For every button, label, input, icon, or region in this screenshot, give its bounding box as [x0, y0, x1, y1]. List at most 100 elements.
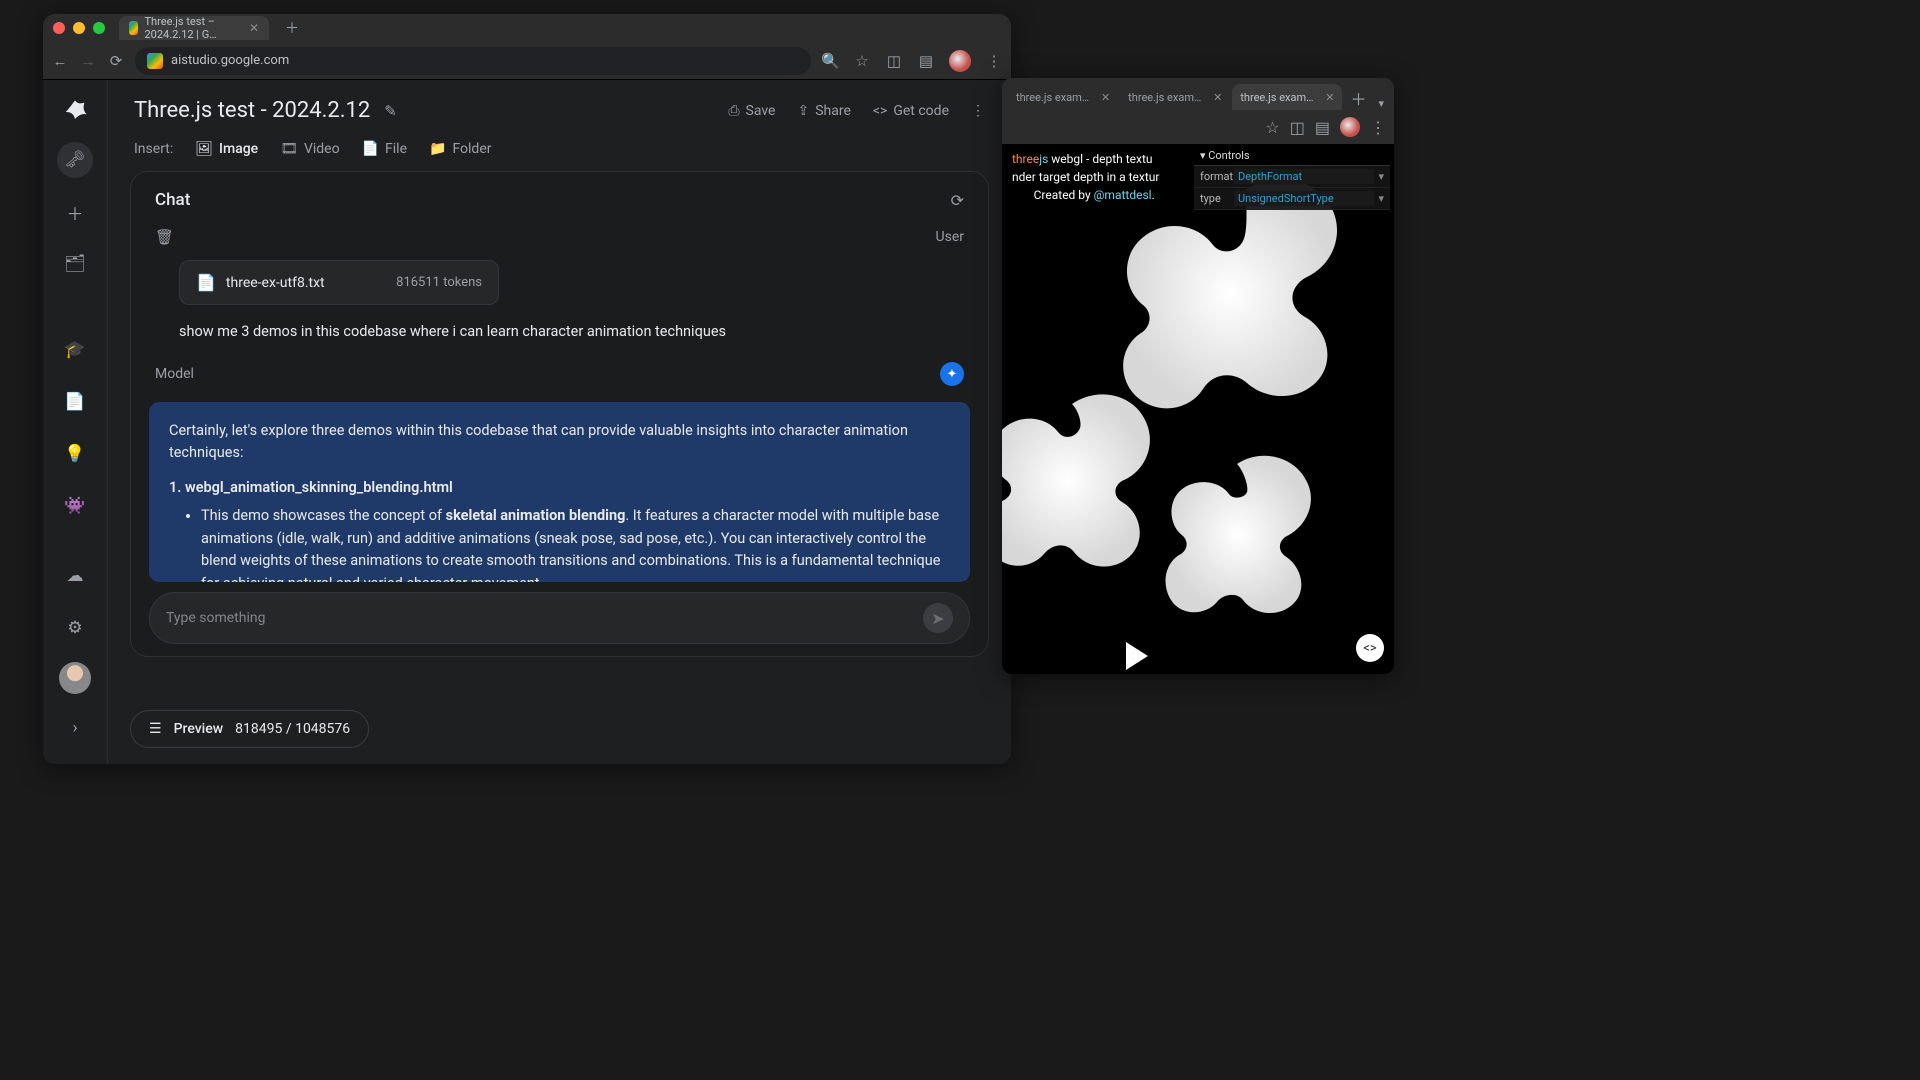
- control-format[interactable]: format DepthFormat ▾: [1194, 166, 1390, 188]
- model-spark-icon[interactable]: ✦: [940, 362, 964, 386]
- dat-gui-panel[interactable]: ▾ Controls format DepthFormat ▾ type Uns…: [1194, 146, 1390, 210]
- sidebar-settings-icon[interactable]: ⚙︎: [57, 610, 93, 646]
- toolbar-right: 🔍 ☆ ◫ ▤ ⋮: [821, 50, 1003, 72]
- chat-refresh-icon[interactable]: ⟳: [951, 191, 964, 210]
- tab-strip: three.js exam…✕ three.js exam…✕ three.js…: [1002, 78, 1394, 110]
- preview-lines-icon: ☰: [149, 721, 162, 737]
- code-icon: <>: [873, 103, 887, 119]
- reload-icon[interactable]: ⟳: [107, 52, 125, 70]
- app-body: 🗝 ＋ 🗂 🎓 📄 💡 👾 ☁︎ ⚙︎ › Three.js test - 20…: [43, 80, 1011, 764]
- user-row: 🗑 User: [149, 228, 970, 246]
- user-message: show me 3 demos in this codebase where i…: [179, 323, 964, 340]
- preview-counts: 818495 / 1048576: [235, 721, 350, 737]
- attachment-chip[interactable]: 📄 three-ex-utf8.txt 816511 tokens: [179, 260, 499, 305]
- sidepanel-icon[interactable]: ▤: [917, 52, 935, 70]
- delete-message-icon[interactable]: 🗑: [155, 228, 174, 246]
- attachment-file-icon: 📄: [196, 273, 216, 292]
- traffic-light-close[interactable]: [53, 22, 65, 34]
- chat-header: Chat ⟳: [149, 190, 970, 218]
- insert-toolbar: Insert: 🖼Image 🎞Video 📄File 📁Folder: [108, 131, 1011, 171]
- extensions-icon[interactable]: ◫: [885, 52, 903, 70]
- sidebar-cloud-icon[interactable]: ☁︎: [57, 558, 93, 594]
- tab-close-icon[interactable]: ✕: [1325, 91, 1334, 104]
- attachment-tokens: 816511 tokens: [396, 275, 482, 290]
- back-icon[interactable]: ←: [51, 52, 69, 70]
- page-title: Three.js test - 2024.2.12: [134, 98, 370, 123]
- browser-menu-icon[interactable]: ⋮: [985, 52, 1003, 70]
- response-item1-body: This demo showcases the concept of skele…: [201, 505, 950, 582]
- profile-avatar[interactable]: [949, 50, 971, 72]
- save-icon: ⎙: [728, 103, 739, 119]
- tab-list-button[interactable]: ▾: [1374, 97, 1388, 110]
- send-button[interactable]: ➤: [923, 603, 953, 633]
- model-row: Model ✦: [149, 356, 970, 392]
- dropdown-caret-icon: ▾: [1378, 170, 1384, 183]
- control-type[interactable]: type UnsignedShortType ▾: [1194, 188, 1390, 210]
- mac-titlebar: Three.js test – 2024.2.12 | G… ✕ ＋: [43, 14, 1011, 42]
- tab-1[interactable]: three.js exam…✕: [1008, 84, 1118, 110]
- insert-image[interactable]: 🖼Image: [195, 141, 258, 157]
- controls-header[interactable]: ▾ Controls: [1194, 146, 1390, 166]
- chat-input[interactable]: Type something ➤: [149, 592, 970, 644]
- get-code-button[interactable]: <>Get code: [873, 103, 949, 119]
- sidepanel-icon[interactable]: ▤: [1315, 118, 1330, 137]
- threejs-viewport[interactable]: threejs webgl - depth textu nder target …: [1002, 144, 1394, 674]
- sidebar-key-icon[interactable]: 🗝: [57, 142, 93, 178]
- header-more-icon[interactable]: ⋮: [971, 103, 985, 119]
- depth-blobs: [1002, 144, 1394, 674]
- sidebar-library-icon[interactable]: 🗂: [57, 246, 93, 282]
- response-item1-head: 1. webgl_animation_skinning_blending.htm…: [169, 477, 950, 499]
- url-text: aistudio.google.com: [171, 53, 289, 68]
- chat-card: Chat ⟳ 🗑 User 📄 three-ex-utf8.txt 816511…: [130, 171, 989, 657]
- main-browser-window: Three.js test – 2024.2.12 | G… ✕ ＋ ← → ⟳…: [43, 14, 1011, 764]
- new-tab-button[interactable]: ＋: [1344, 86, 1372, 110]
- main-column: Three.js test - 2024.2.12 ✎ ⎙Save ⇪Share…: [107, 80, 1011, 764]
- insert-file[interactable]: 📄File: [362, 141, 407, 157]
- sidebar-new-icon[interactable]: ＋: [57, 194, 93, 230]
- preview-label: Preview: [174, 721, 224, 737]
- new-tab-button[interactable]: ＋: [285, 18, 299, 38]
- insert-video[interactable]: 🎞Video: [280, 141, 339, 157]
- model-label: Model: [155, 366, 194, 382]
- tab-close-icon[interactable]: ✕: [1213, 91, 1222, 104]
- browser-menu-icon[interactable]: ⋮: [1370, 118, 1386, 137]
- traffic-light-minimize[interactable]: [73, 22, 85, 34]
- tab-close-icon[interactable]: ✕: [1101, 91, 1110, 104]
- example-caption: threejs webgl - depth textu nder target …: [1012, 150, 1159, 205]
- share-button[interactable]: ⇪Share: [797, 103, 850, 119]
- tab-close-icon[interactable]: ✕: [249, 21, 259, 35]
- bookmark-icon[interactable]: ☆: [1265, 118, 1279, 137]
- sidebar-discord-icon[interactable]: 👾: [57, 488, 93, 524]
- edit-title-icon[interactable]: ✎: [384, 102, 397, 120]
- tab-2[interactable]: three.js exam…✕: [1120, 84, 1230, 110]
- bookmark-icon[interactable]: ☆: [853, 52, 871, 70]
- sidebar-user-avatar[interactable]: [59, 662, 91, 694]
- sidebar-ideas-icon[interactable]: 💡: [57, 436, 93, 472]
- insert-folder[interactable]: 📁Folder: [429, 141, 491, 157]
- save-button[interactable]: ⎙Save: [728, 103, 775, 119]
- view-source-button[interactable]: <>: [1356, 634, 1384, 662]
- tab-3-active[interactable]: three.js exam…✕: [1232, 84, 1342, 110]
- extensions-icon[interactable]: ◫: [1290, 118, 1305, 137]
- preview-pill[interactable]: ☰ Preview 818495 / 1048576: [130, 710, 369, 748]
- zoom-icon[interactable]: 🔍: [821, 52, 839, 70]
- insert-label: Insert:: [134, 141, 173, 157]
- secondary-browser-window: three.js exam…✕ three.js exam…✕ three.js…: [1002, 78, 1394, 674]
- video-icon: 🎞: [280, 141, 298, 157]
- url-field[interactable]: aistudio.google.com: [135, 47, 811, 75]
- forward-icon[interactable]: →: [79, 52, 97, 70]
- input-placeholder: Type something: [166, 610, 265, 626]
- tab-title: Three.js test – 2024.2.12 | G…: [144, 15, 242, 41]
- header-actions: ⎙Save ⇪Share <>Get code ⋮: [728, 103, 985, 119]
- app-sidebar: 🗝 ＋ 🗂 🎓 📄 💡 👾 ☁︎ ⚙︎ ›: [43, 80, 107, 764]
- image-icon: 🖼: [195, 141, 213, 157]
- sidebar-learn-icon[interactable]: 🎓: [57, 332, 93, 368]
- response-intro: Certainly, let's explore three demos wit…: [169, 420, 950, 465]
- sidebar-docs-icon[interactable]: 📄: [57, 384, 93, 420]
- browser-toolbar: ← → ⟳ aistudio.google.com 🔍 ☆ ◫ ▤ ⋮: [43, 42, 1011, 80]
- app-logo[interactable]: [61, 98, 89, 126]
- browser-tab[interactable]: Three.js test – 2024.2.12 | G… ✕: [119, 16, 269, 40]
- profile-avatar[interactable]: [1340, 117, 1360, 137]
- sidebar-collapse-icon[interactable]: ›: [57, 710, 93, 746]
- traffic-light-zoom[interactable]: [93, 22, 105, 34]
